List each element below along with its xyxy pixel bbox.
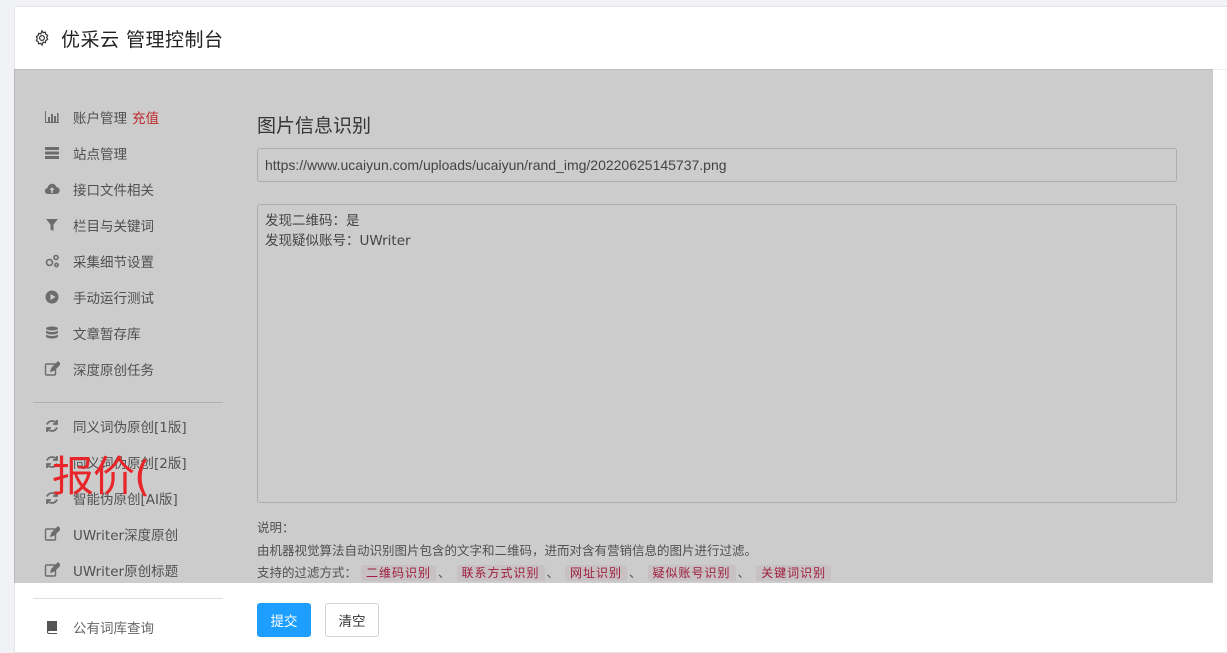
watermark-text: 报价( bbox=[52, 452, 150, 501]
sidebar-divider bbox=[33, 598, 223, 599]
page-title: 优采云 管理控制台 bbox=[61, 28, 224, 51]
modal-overlay[interactable] bbox=[14, 69, 1213, 583]
sidebar-item-label: 公有词库查询 bbox=[73, 621, 154, 637]
submit-button[interactable]: 提交 bbox=[257, 603, 311, 637]
sidebar-item-public-lexicon[interactable]: 公有词库查询 bbox=[43, 617, 154, 637]
header: 优采云 管理控制台 bbox=[15, 7, 1227, 70]
book-icon bbox=[43, 619, 61, 635]
clear-button[interactable]: 清空 bbox=[325, 603, 379, 637]
gear-icon bbox=[35, 29, 49, 47]
